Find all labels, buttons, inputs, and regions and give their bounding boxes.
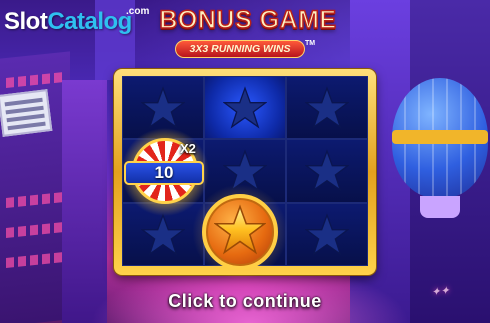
game-title: BONUS GAME bbox=[159, 5, 337, 35]
trademark-mark: TM bbox=[305, 40, 316, 47]
star-empty-icon bbox=[223, 85, 267, 129]
star-empty-icon bbox=[141, 212, 185, 256]
site-logo: Slot Catalog .com bbox=[4, 6, 149, 40]
multiplier-label: X2 bbox=[180, 141, 196, 156]
logo-suffix: .com bbox=[126, 6, 150, 17]
grid-cell bbox=[286, 139, 368, 203]
star-empty-icon bbox=[305, 149, 349, 192]
continue-button[interactable]: Click to continue bbox=[130, 291, 360, 315]
grid-cell bbox=[286, 203, 368, 266]
game-subtitle-badge: 3X3 RUNNING WINS bbox=[175, 40, 305, 58]
star-empty-icon bbox=[141, 85, 185, 129]
star-empty-icon bbox=[305, 85, 349, 129]
logo-text-slot: Slot bbox=[4, 8, 48, 35]
balloon-band bbox=[392, 130, 488, 144]
logo-text-catalog: Catalog bbox=[47, 8, 132, 35]
background-sign bbox=[0, 89, 53, 137]
grid-cell bbox=[286, 76, 368, 139]
gold-star-coin bbox=[192, 184, 288, 280]
coin-value-plate: 10 bbox=[124, 161, 204, 185]
star-empty-icon bbox=[305, 212, 349, 256]
balloon-basket bbox=[420, 196, 460, 218]
grid-cell bbox=[204, 76, 286, 139]
neon-sign-decoration: ✦✦ bbox=[430, 283, 451, 299]
gold-star-icon bbox=[214, 204, 266, 255]
